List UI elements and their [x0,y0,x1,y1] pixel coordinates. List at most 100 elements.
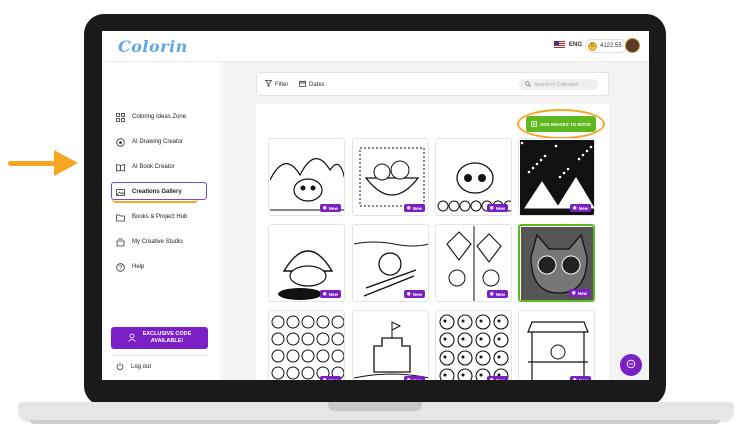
logout-label: Log out [131,364,152,370]
language-label: ENG [569,41,583,48]
sidebar-divider [111,355,208,356]
coloring-page-thumbnail [439,314,509,380]
new-badge: ◉ New [319,204,341,212]
gallery-card[interactable]: ◉ New [268,138,345,216]
sidebar-item-label: My Creative Studio [132,239,183,245]
dates-button[interactable]: Dates [299,80,325,89]
badge-dot-icon: ◉ [322,205,327,210]
new-badge-label: New [577,290,587,296]
chat-button[interactable] [620,354,642,376]
studio-icon [116,238,125,247]
new-badge: ◉ New [403,376,425,381]
add-images-to-book-button[interactable]: ADD IMAGES TO BOOK [526,116,596,132]
sidebar-item-coloring-ideas[interactable]: Coloring Ideas Zone [116,110,186,124]
new-badge-label: New [412,377,422,381]
badge-dot-icon: ◉ [489,377,494,380]
new-badge: ◉ New [403,290,425,298]
new-badge-label: New [412,205,422,211]
active-item-outline [111,182,207,200]
gallery-card[interactable]: ◉ New [518,138,595,216]
gallery-card[interactable]: ◉ New [268,310,345,380]
balance-value: 4122.55 [600,43,622,49]
new-badge-label: New [328,291,338,297]
app-logo[interactable]: Colorin [118,37,188,56]
chat-icon [626,359,636,371]
sidebar-item-label: Help [132,264,145,270]
sidebar-item-ai-book[interactable]: AI Book Creator [116,160,175,174]
gallery-card[interactable]: ◉ New [518,224,595,302]
gallery-card[interactable]: ◉ New [352,224,429,302]
new-badge-label: New [495,377,505,381]
sidebar-item-help[interactable]: ? Help [116,260,144,274]
new-badge: ◉ New [568,289,590,297]
sidebar-item-label: AI Drawing Creator [132,139,184,145]
new-badge-label: New [412,291,422,297]
laptop-base-shadow [30,420,720,424]
gallery-card[interactable]: ◉ New [352,310,429,380]
search-icon [525,80,531,89]
new-badge: ◉ New [486,376,508,381]
badge-dot-icon: ◉ [322,377,327,380]
coin-icon: G [588,41,597,51]
badge-dot-icon: ◉ [571,290,576,295]
new-badge-label: New [495,205,505,211]
sidebar-item-books-hub[interactable]: Books & Project Hub [116,210,187,224]
search-input[interactable]: Search in Collection [519,79,598,90]
brain-icon [116,137,125,147]
book-plus-icon [531,120,537,128]
help-icon: ? [116,262,125,272]
new-badge: ◉ New [486,204,508,212]
avatar[interactable] [625,38,640,53]
badge-dot-icon: ◉ [572,205,577,210]
coloring-page-thumbnail [527,321,589,380]
new-badge: ◉ New [569,204,591,212]
coloring-page-thumbnail [354,321,428,379]
filter-button[interactable]: Filter [264,80,289,89]
gallery-card[interactable]: ◉ New [435,138,512,216]
add-images-label: ADD IMAGES TO BOOK [540,121,591,127]
promo-line2: AVAILABLE! [150,338,184,344]
sidebar-item-label: Books & Project Hub [132,214,188,220]
gallery-card[interactable]: ◉ New [518,310,595,380]
sidebar: Coloring Ideas Zone AI Drawing Creator A… [102,62,222,380]
logout-button[interactable]: Log out [116,362,151,372]
sidebar-item-ai-drawing[interactable]: AI Drawing Creator [116,135,183,149]
new-badge: ◉ New [319,376,341,381]
new-badge: ◉ New [403,204,425,212]
filter-label: Filter [275,81,289,88]
badge-dot-icon: ◉ [489,291,494,296]
filter-bar: Filter Dates Search in Collection [256,72,609,96]
sidebar-item-label: Coloring Ideas Zone [132,114,187,120]
book-icon [116,163,125,172]
tutorial-frame: Colorin ENG G 4122.55 Coloring Ideas Zon… [0,0,750,438]
search-placeholder: Search in Collection [534,81,579,88]
badge-dot-icon: ◉ [406,377,411,380]
power-icon [116,362,124,372]
new-badge: ◉ New [569,376,591,381]
gallery-card[interactable]: ◉ New [435,224,512,302]
language-selector[interactable]: ENG [554,41,582,48]
new-badge: ◉ New [319,290,341,298]
new-badge-label: New [578,377,588,381]
filter-icon [264,80,273,89]
user-badge-icon [127,333,137,344]
new-badge-label: New [328,377,338,381]
coloring-page-thumbnail [271,315,344,380]
folder-icon [116,213,125,222]
sidebar-item-label: AI Book Creator [132,164,175,170]
new-badge-label: New [578,205,588,211]
exclusive-code-button[interactable]: EXCLUSIVE CODE AVAILABLE! [111,327,208,349]
gallery-card[interactable]: ◉ New [435,310,512,380]
coin-balance[interactable]: G 4122.55 [585,39,627,53]
new-badge: ◉ New [486,290,508,298]
laptop-notch [328,402,422,411]
top-bar: Colorin ENG G 4122.55 [102,31,649,62]
badge-dot-icon: ◉ [406,205,411,210]
sidebar-item-creative-studio[interactable]: My Creative Studio [116,235,183,249]
badge-dot-icon: ◉ [322,291,327,296]
gallery-card[interactable]: ◉ New [352,138,429,216]
gallery-card[interactable]: ◉ New [268,224,345,302]
promo-line1: EXCLUSIVE CODE [142,331,192,337]
promo-text: EXCLUSIVE CODE AVAILABLE! [143,331,192,345]
annotation-arrow-head [54,150,78,176]
